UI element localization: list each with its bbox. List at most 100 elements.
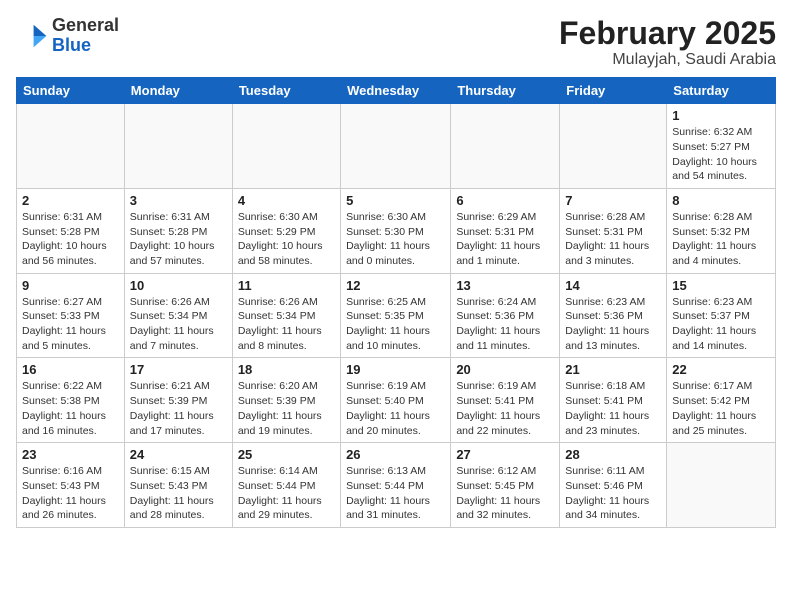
calendar-week-0: 1 Sunrise: 6:32 AMSunset: 5:27 PMDaylight… bbox=[17, 104, 776, 189]
day-number: 16 bbox=[22, 362, 119, 377]
day-info: Sunrise: 6:19 AMSunset: 5:41 PMDaylight:… bbox=[456, 379, 554, 438]
day-info: Sunrise: 6:26 AMSunset: 5:34 PMDaylight:… bbox=[130, 295, 227, 354]
day-info: Sunrise: 6:26 AMSunset: 5:34 PMDaylight:… bbox=[238, 295, 335, 354]
calendar-cell bbox=[451, 104, 560, 189]
header: General Blue February 2025 Mulayjah, Sau… bbox=[16, 16, 776, 69]
logo-text: General Blue bbox=[52, 16, 119, 56]
calendar-cell: 10 Sunrise: 6:26 AMSunset: 5:34 PMDayligh… bbox=[124, 273, 232, 358]
day-header-thursday: Thursday bbox=[451, 78, 560, 104]
day-info: Sunrise: 6:14 AMSunset: 5:44 PMDaylight:… bbox=[238, 464, 335, 523]
calendar-cell: 16 Sunrise: 6:22 AMSunset: 5:38 PMDayligh… bbox=[17, 358, 125, 443]
day-number: 13 bbox=[456, 278, 554, 293]
day-info: Sunrise: 6:31 AMSunset: 5:28 PMDaylight:… bbox=[22, 210, 119, 269]
day-info: Sunrise: 6:25 AMSunset: 5:35 PMDaylight:… bbox=[346, 295, 445, 354]
calendar-cell: 9 Sunrise: 6:27 AMSunset: 5:33 PMDaylight… bbox=[17, 273, 125, 358]
day-number: 27 bbox=[456, 447, 554, 462]
day-number: 4 bbox=[238, 193, 335, 208]
day-number: 8 bbox=[672, 193, 770, 208]
day-number: 21 bbox=[565, 362, 661, 377]
day-number: 5 bbox=[346, 193, 445, 208]
calendar-week-1: 2 Sunrise: 6:31 AMSunset: 5:28 PMDaylight… bbox=[17, 188, 776, 273]
calendar-cell: 1 Sunrise: 6:32 AMSunset: 5:27 PMDaylight… bbox=[667, 104, 776, 189]
day-info: Sunrise: 6:13 AMSunset: 5:44 PMDaylight:… bbox=[346, 464, 445, 523]
day-number: 14 bbox=[565, 278, 661, 293]
calendar-title: February 2025 bbox=[559, 16, 776, 51]
calendar-cell: 26 Sunrise: 6:13 AMSunset: 5:44 PMDayligh… bbox=[341, 443, 451, 528]
calendar-cell: 12 Sunrise: 6:25 AMSunset: 5:35 PMDayligh… bbox=[341, 273, 451, 358]
day-number: 22 bbox=[672, 362, 770, 377]
day-number: 12 bbox=[346, 278, 445, 293]
day-info: Sunrise: 6:11 AMSunset: 5:46 PMDaylight:… bbox=[565, 464, 661, 523]
day-header-tuesday: Tuesday bbox=[232, 78, 340, 104]
day-info: Sunrise: 6:21 AMSunset: 5:39 PMDaylight:… bbox=[130, 379, 227, 438]
calendar-table: SundayMondayTuesdayWednesdayThursdayFrid… bbox=[16, 77, 776, 528]
day-info: Sunrise: 6:12 AMSunset: 5:45 PMDaylight:… bbox=[456, 464, 554, 523]
day-header-monday: Monday bbox=[124, 78, 232, 104]
day-header-saturday: Saturday bbox=[667, 78, 776, 104]
calendar-cell: 14 Sunrise: 6:23 AMSunset: 5:36 PMDayligh… bbox=[560, 273, 667, 358]
day-number: 24 bbox=[130, 447, 227, 462]
logo: General Blue bbox=[16, 16, 119, 56]
day-info: Sunrise: 6:22 AMSunset: 5:38 PMDaylight:… bbox=[22, 379, 119, 438]
day-header-friday: Friday bbox=[560, 78, 667, 104]
day-number: 20 bbox=[456, 362, 554, 377]
calendar-cell: 25 Sunrise: 6:14 AMSunset: 5:44 PMDayligh… bbox=[232, 443, 340, 528]
calendar-cell: 8Sunrise: 6:28 AMSunset: 5:32 PMDaylight… bbox=[667, 188, 776, 273]
day-number: 26 bbox=[346, 447, 445, 462]
calendar-header-row: SundayMondayTuesdayWednesdayThursdayFrid… bbox=[17, 78, 776, 104]
calendar-cell bbox=[667, 443, 776, 528]
calendar-cell: 3 Sunrise: 6:31 AMSunset: 5:28 PMDaylight… bbox=[124, 188, 232, 273]
day-number: 10 bbox=[130, 278, 227, 293]
day-info: Sunrise: 6:30 AMSunset: 5:29 PMDaylight:… bbox=[238, 210, 335, 269]
calendar-cell bbox=[124, 104, 232, 189]
logo-icon bbox=[16, 20, 48, 52]
day-info: Sunrise: 6:20 AMSunset: 5:39 PMDaylight:… bbox=[238, 379, 335, 438]
logo-blue: Blue bbox=[52, 36, 119, 56]
day-number: 17 bbox=[130, 362, 227, 377]
calendar-cell: 28 Sunrise: 6:11 AMSunset: 5:46 PMDayligh… bbox=[560, 443, 667, 528]
day-number: 28 bbox=[565, 447, 661, 462]
calendar-week-3: 16 Sunrise: 6:22 AMSunset: 5:38 PMDayligh… bbox=[17, 358, 776, 443]
day-info: Sunrise: 6:15 AMSunset: 5:43 PMDaylight:… bbox=[130, 464, 227, 523]
calendar-cell: 7Sunrise: 6:28 AMSunset: 5:31 PMDaylight… bbox=[560, 188, 667, 273]
calendar-cell: 15 Sunrise: 6:23 AMSunset: 5:37 PMDayligh… bbox=[667, 273, 776, 358]
day-number: 19 bbox=[346, 362, 445, 377]
calendar-cell: 18 Sunrise: 6:20 AMSunset: 5:39 PMDayligh… bbox=[232, 358, 340, 443]
calendar-cell: 5 Sunrise: 6:30 AMSunset: 5:30 PMDaylight… bbox=[341, 188, 451, 273]
day-info: Sunrise: 6:23 AMSunset: 5:37 PMDaylight:… bbox=[672, 295, 770, 354]
calendar-cell bbox=[17, 104, 125, 189]
page: General Blue February 2025 Mulayjah, Sau… bbox=[0, 0, 792, 538]
day-info: Sunrise: 6:31 AMSunset: 5:28 PMDaylight:… bbox=[130, 210, 227, 269]
day-info: Sunrise: 6:30 AMSunset: 5:30 PMDaylight:… bbox=[346, 210, 445, 269]
calendar-cell: 11 Sunrise: 6:26 AMSunset: 5:34 PMDayligh… bbox=[232, 273, 340, 358]
day-number: 18 bbox=[238, 362, 335, 377]
day-header-wednesday: Wednesday bbox=[341, 78, 451, 104]
day-info: Sunrise: 6:27 AMSunset: 5:33 PMDaylight:… bbox=[22, 295, 119, 354]
calendar-cell: 17 Sunrise: 6:21 AMSunset: 5:39 PMDayligh… bbox=[124, 358, 232, 443]
day-info: Sunrise: 6:32 AMSunset: 5:27 PMDaylight:… bbox=[672, 125, 770, 184]
calendar-cell: 21 Sunrise: 6:18 AMSunset: 5:41 PMDayligh… bbox=[560, 358, 667, 443]
day-header-sunday: Sunday bbox=[17, 78, 125, 104]
day-info: Sunrise: 6:23 AMSunset: 5:36 PMDaylight:… bbox=[565, 295, 661, 354]
day-number: 1 bbox=[672, 108, 770, 123]
day-info: Sunrise: 6:24 AMSunset: 5:36 PMDaylight:… bbox=[456, 295, 554, 354]
day-info: Sunrise: 6:16 AMSunset: 5:43 PMDaylight:… bbox=[22, 464, 119, 523]
day-number: 15 bbox=[672, 278, 770, 293]
calendar-cell bbox=[560, 104, 667, 189]
day-number: 2 bbox=[22, 193, 119, 208]
day-number: 6 bbox=[456, 193, 554, 208]
day-number: 25 bbox=[238, 447, 335, 462]
day-number: 11 bbox=[238, 278, 335, 293]
title-block: February 2025 Mulayjah, Saudi Arabia bbox=[559, 16, 776, 69]
calendar-week-2: 9 Sunrise: 6:27 AMSunset: 5:33 PMDaylight… bbox=[17, 273, 776, 358]
calendar-cell: 27 Sunrise: 6:12 AMSunset: 5:45 PMDayligh… bbox=[451, 443, 560, 528]
day-info: Sunrise: 6:29 AMSunset: 5:31 PMDaylight:… bbox=[456, 210, 554, 269]
day-number: 7 bbox=[565, 193, 661, 208]
day-info: Sunrise: 6:17 AMSunset: 5:42 PMDaylight:… bbox=[672, 379, 770, 438]
calendar-cell: 20 Sunrise: 6:19 AMSunset: 5:41 PMDayligh… bbox=[451, 358, 560, 443]
calendar-week-4: 23Sunrise: 6:16 AMSunset: 5:43 PMDayligh… bbox=[17, 443, 776, 528]
calendar-cell: 19Sunrise: 6:19 AMSunset: 5:40 PMDayligh… bbox=[341, 358, 451, 443]
day-number: 9 bbox=[22, 278, 119, 293]
day-info: Sunrise: 6:18 AMSunset: 5:41 PMDaylight:… bbox=[565, 379, 661, 438]
day-number: 3 bbox=[130, 193, 227, 208]
